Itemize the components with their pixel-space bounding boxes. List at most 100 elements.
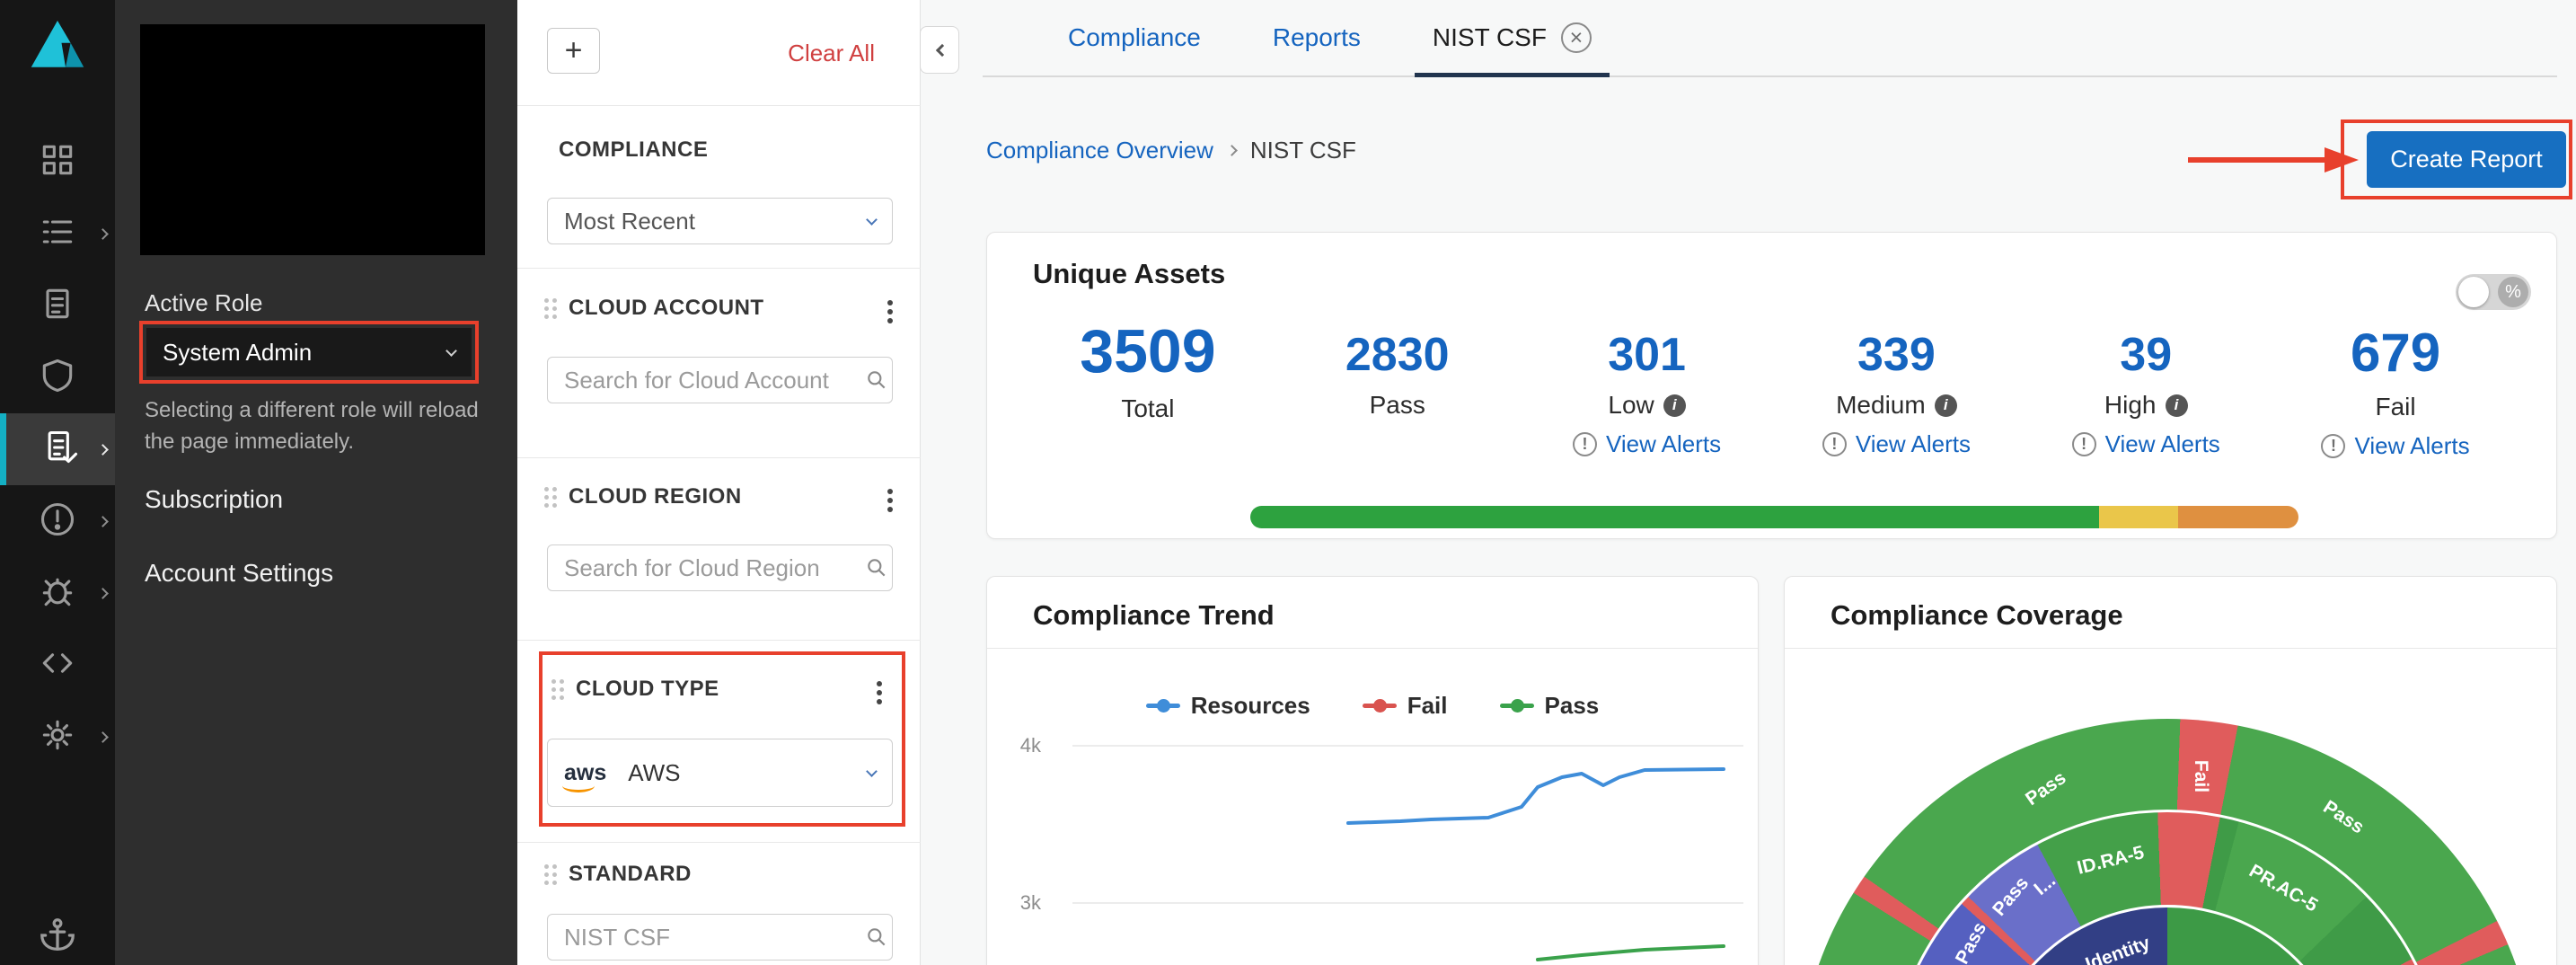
view-alerts-link[interactable]: View Alerts (1573, 430, 1721, 458)
compliance-coverage-title: Compliance Coverage (1831, 599, 2123, 632)
drag-handle-icon[interactable] (551, 679, 566, 703)
card-header: Compliance Coverage (1785, 577, 2556, 649)
menu-item-account-settings[interactable]: Account Settings (145, 559, 333, 588)
legend-marker-icon (1146, 704, 1180, 708)
info-icon[interactable] (1663, 394, 1686, 417)
nav-item-code-security[interactable] (0, 629, 115, 701)
alert-icon (1573, 432, 1597, 456)
legend-item-fail[interactable]: Fail (1363, 692, 1448, 720)
stat-fail: 679 Fail View Alerts (2271, 321, 2520, 460)
stat-pass: 2830 Pass (1273, 321, 1522, 460)
drag-handle-icon[interactable] (544, 298, 559, 322)
active-role-dropdown[interactable]: System Admin (146, 328, 472, 376)
shield-icon (38, 356, 77, 400)
view-alerts-link[interactable]: View Alerts (2072, 430, 2220, 458)
sunburst-label-fail: Fail (2190, 760, 2211, 792)
menu-item-subscription[interactable]: Subscription (145, 485, 283, 514)
primary-nav-rail (0, 0, 115, 965)
percent-toggle[interactable]: % (2456, 274, 2531, 310)
filter-panel: + Clear All COMPLIANCE Most Recent CLOUD… (517, 0, 921, 965)
collapse-panel-button[interactable] (920, 26, 959, 74)
breadcrumb-link-compliance-overview[interactable]: Compliance Overview (986, 137, 1213, 164)
role-helper-text: Selecting a different role will reload t… (145, 395, 497, 458)
stat-total: 3509 Total (1023, 321, 1273, 460)
view-alerts-link[interactable]: View Alerts (2321, 432, 2469, 460)
clipboard-icon (38, 284, 77, 328)
primary-nav (0, 126, 115, 773)
breadcrumb-current: NIST CSF (1250, 137, 1356, 164)
divider (517, 457, 921, 458)
tab-compliance[interactable]: Compliance (1068, 0, 1201, 75)
settings-flyout-panel: Active Role System Admin Selecting a dif… (115, 0, 517, 965)
legend-item-resources[interactable]: Resources (1146, 692, 1310, 720)
stat-label: Total (1121, 394, 1174, 423)
info-icon[interactable] (1935, 394, 1957, 417)
close-tab-icon[interactable] (1561, 22, 1592, 53)
chevron-down-icon (446, 345, 457, 357)
alert-icon (2321, 434, 2345, 458)
info-icon[interactable] (2166, 394, 2188, 417)
view-alerts-link[interactable]: View Alerts (1822, 430, 1971, 458)
stat-label: High (2104, 391, 2157, 420)
drag-handle-icon[interactable] (544, 864, 559, 888)
unique-assets-stats: 3509 Total 2830 Pass 301 Low View Alerts… (1023, 321, 2520, 460)
chevron-right-icon (97, 731, 109, 743)
tab-label: Compliance (1068, 23, 1201, 52)
cloud-type-dropdown[interactable]: aws AWS (547, 739, 893, 807)
tab-reports[interactable]: Reports (1273, 0, 1361, 75)
nav-item-bottom[interactable] (0, 915, 115, 961)
cloud-region-search (547, 544, 893, 591)
filter-section-title-cloud-region: CLOUD REGION (569, 484, 742, 509)
stat-high: 39 High View Alerts (2021, 321, 2271, 460)
cloud-region-search-input[interactable] (564, 554, 865, 582)
add-filter-button[interactable]: + (547, 28, 600, 74)
unique-assets-card: Unique Assets % 3509 Total 2830 Pass 301… (986, 232, 2557, 539)
chevron-down-icon (866, 214, 878, 226)
standard-search-input[interactable] (564, 924, 865, 952)
nav-item-inventory[interactable] (0, 198, 115, 270)
divider (517, 268, 921, 269)
compliance-coverage-card: Compliance Coverage Fail Pass Pass Pass … (1784, 576, 2557, 965)
pass-line (1538, 946, 1724, 960)
compliance-report-icon (41, 428, 81, 472)
nav-item-dashboards[interactable] (0, 126, 115, 198)
kebab-menu-icon[interactable] (877, 681, 882, 686)
percent-badge: % (2498, 277, 2528, 307)
tab-label: NIST CSF (1433, 23, 1547, 52)
resources-line (1348, 769, 1724, 823)
app-logo-icon[interactable] (25, 13, 90, 77)
kebab-menu-icon[interactable] (887, 489, 893, 494)
create-report-button[interactable]: Create Report (2367, 131, 2566, 188)
bar-segment-medium (2099, 506, 2178, 528)
breadcrumb: Compliance Overview NIST CSF (986, 137, 1356, 164)
kebab-menu-icon[interactable] (887, 300, 893, 305)
media-placeholder (140, 24, 485, 255)
tab-nist-csf[interactable]: NIST CSF (1433, 0, 1592, 75)
divider (517, 105, 921, 106)
annotation-arrow (2186, 142, 2362, 178)
cloud-account-search (547, 357, 893, 403)
bar-segment-pass (1250, 506, 2099, 528)
stat-value: 3509 (1080, 321, 1215, 382)
cloud-account-search-input[interactable] (564, 367, 865, 394)
nav-item-vulnerabilities[interactable] (0, 557, 115, 629)
cloud-type-value: AWS (628, 759, 680, 787)
tab-label: Reports (1273, 23, 1361, 52)
nav-item-policies[interactable] (0, 341, 115, 413)
alert-circle-icon (38, 500, 77, 544)
stat-label: Fail (2375, 393, 2415, 421)
nav-item-settings[interactable] (0, 701, 115, 773)
nav-item-alerts[interactable] (0, 485, 115, 557)
standard-search (547, 914, 893, 961)
drag-handle-icon[interactable] (544, 487, 559, 510)
clear-all-filters-button[interactable]: Clear All (788, 40, 875, 67)
chevron-left-icon (935, 43, 948, 56)
compliance-sort-dropdown[interactable]: Most Recent (547, 198, 893, 244)
dashboard-icon (38, 140, 77, 184)
divider (517, 640, 921, 641)
nav-item-investigate[interactable] (0, 270, 115, 341)
chevron-right-icon (97, 228, 109, 240)
nav-item-compliance[interactable] (0, 413, 115, 485)
legend-item-pass[interactable]: Pass (1500, 692, 1600, 720)
stat-value: 339 (1857, 332, 1936, 378)
